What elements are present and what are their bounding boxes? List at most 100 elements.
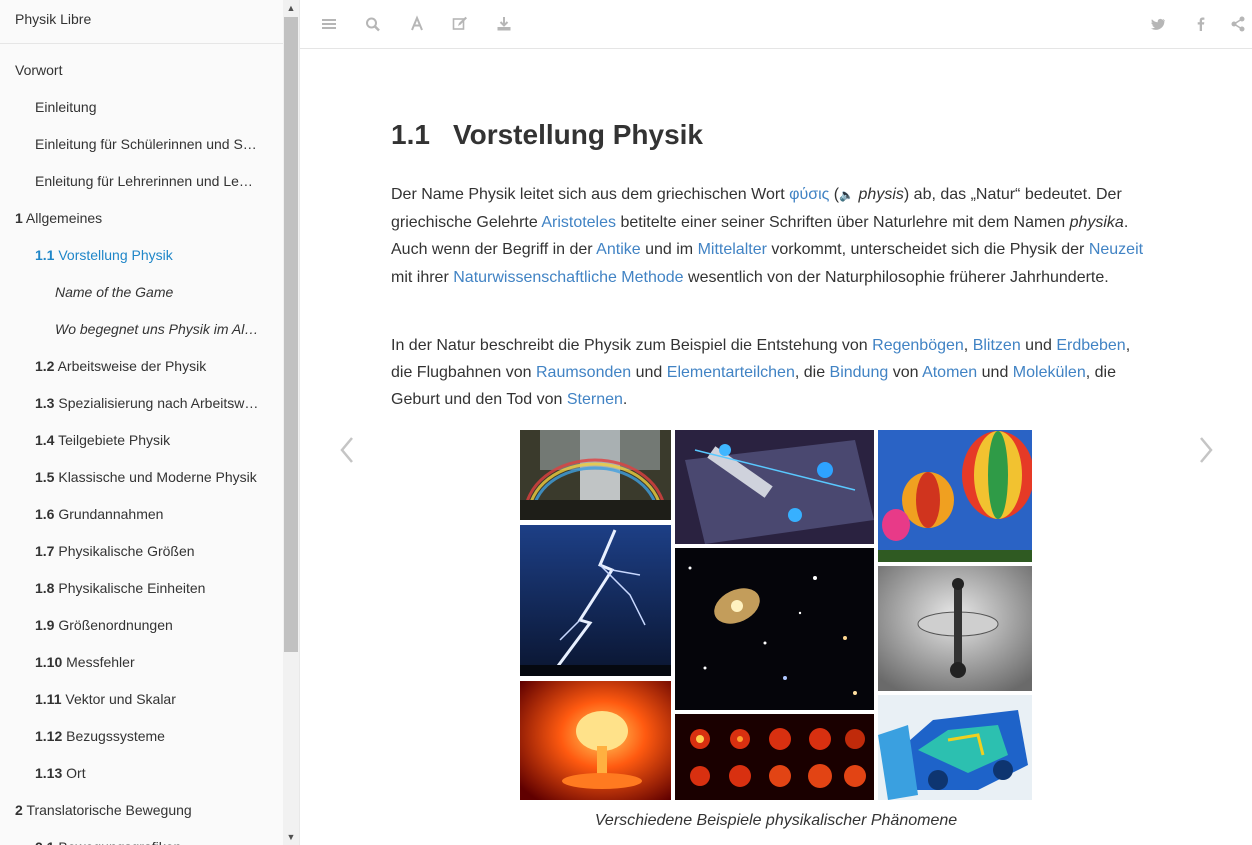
emphasized-text: physis [858,186,904,203]
previous-page-arrow-icon[interactable] [337,435,357,465]
sidebar-scrollbar[interactable]: ▲ ▼ [283,0,299,845]
twitter-icon[interactable] [1150,15,1168,33]
scroll-down-arrow-icon[interactable]: ▼ [283,829,299,845]
toc-item[interactable]: 2.1 Bewegungsgrafiken [0,829,283,845]
speaker-audio-icon[interactable]: 🔈 [839,188,854,202]
scroll-up-arrow-icon[interactable]: ▲ [283,0,299,16]
toc-item[interactable]: Enleitung für Lehrerinnen und Le… [0,163,283,200]
toc-item-label: Physikalische Einheiten [58,580,206,596]
inline-link[interactable]: Antike [596,241,640,258]
toc-item[interactable]: Vorwort [0,52,283,89]
toc-item-label: Enleitung für Lehrerinnen und Le… [35,173,253,189]
toc-item-label: Vorstellung Physik [58,247,173,263]
text-run: wesentlich von der Naturphilosophie früh… [683,268,1109,286]
toc-item-number: 1.1 [35,247,55,263]
toc-item-number: 1.9 [35,617,55,633]
heading-number: 1.1 [391,119,430,150]
inline-link[interactable]: Aristoteles [541,214,616,231]
toc-item[interactable]: 1.2 Arbeitsweise der Physik [0,348,283,385]
car-crash-simulation-image [878,695,1032,800]
toc-item[interactable]: 1.9 Größenordnungen [0,607,283,644]
text-run: und [631,364,667,382]
toc-item[interactable]: 1 Allgemeines [0,200,283,237]
toc-item-number: 1.6 [35,506,55,522]
text-run: . [622,391,628,409]
toc-item-label: Arbeitsweise der Physik [57,358,207,374]
toc-item[interactable]: 1.6 Grundannahmen [0,496,283,533]
book-title[interactable]: Physik Libre [0,0,283,44]
toc-item-label: Einleitung [35,99,97,115]
page-heading: 1.1 Vorstellung Physik [391,119,703,151]
toc-item-number: 2 [15,802,23,818]
toc-item-number: 1.2 [35,358,55,374]
toc-item[interactable]: 1.13 Ort [0,755,283,792]
toc-item-number: 1.4 [35,432,55,448]
inline-link[interactable]: Regenbögen [872,337,964,354]
text-run: Der Name Physik leitet sich aus dem grie… [391,186,790,203]
inline-link[interactable]: Elementarteilchen [667,364,795,381]
toc-item[interactable]: Einleitung für Schülerinnen und S… [0,126,283,163]
toc-item[interactable]: Name of the Game [0,274,283,311]
toc-item-label: Name of the Game [55,284,174,300]
text-run: und im [640,241,698,259]
text-run: betitelte einer seiner Schriften über Na… [616,214,1070,232]
toc-item-label: Bezugssysteme [66,728,165,744]
text-run: mit ihrer [391,268,454,286]
toc-item-label: Vorwort [15,62,63,78]
text-run: vorkommt, unterscheidet sich die Physik … [766,241,1089,259]
download-icon[interactable] [496,15,514,33]
hot-air-balloons-image [878,430,1032,562]
toc-item[interactable]: Einleitung [0,89,283,126]
inline-link[interactable]: Naturwissenschaftliche Methode [453,269,683,286]
toc-item-label: Teilgebiete Physik [58,432,171,448]
inline-link[interactable]: Bindung [830,364,889,381]
toc-item[interactable]: 2 Translatorische Bewegung [0,792,283,829]
inline-link[interactable]: Molekülen [1013,364,1086,381]
toc-item-number: 1 [15,210,23,226]
search-icon[interactable] [365,15,383,33]
next-page-arrow-icon[interactable] [1196,435,1216,465]
toc-item[interactable]: 1.3 Spezialisierung nach Arbeitsw… [0,385,283,422]
toc-item[interactable]: Wo begegnet uns Physik im Al… [0,311,283,348]
menu-icon[interactable] [321,15,339,33]
inline-link[interactable]: Neuzeit [1089,241,1143,258]
toc-item-number: 1.11 [35,691,62,707]
edit-icon[interactable] [452,15,470,33]
text-run: , [963,337,973,354]
top-toolbar [300,0,1252,49]
toc-item[interactable]: 1.12 Bezugssysteme [0,718,283,755]
toc-item-label: Messfehler [66,654,135,670]
table-of-contents: Vorwort Einleitung Einleitung für Schüleri… [0,52,283,845]
toc-item-number: 1.10 [35,654,63,670]
inline-link[interactable]: Atomen [922,364,977,381]
toc-item[interactable]: 1.11 Vektor und Skalar [0,681,283,718]
inline-link[interactable]: Sternen [567,391,623,408]
toc-item-label: Bewegungsgrafiken [58,839,181,845]
scrollbar-thumb[interactable] [284,17,298,652]
inline-link[interactable]: φύσις [789,186,829,203]
inline-link[interactable]: Blitzen [973,337,1021,354]
toc-item-number: 1.8 [35,580,55,596]
toc-item-number: 1.5 [35,469,55,485]
toc-item-label: Translatorische Bewegung [26,802,192,818]
inline-link[interactable]: Erdbeben [1056,337,1125,354]
share-icon[interactable] [1230,15,1248,33]
paragraph-etymology: Der Name Physik leitet sich aus dem grie… [391,181,1153,291]
toc-item[interactable]: 1.1 Vorstellung Physik [0,237,283,274]
toc-item[interactable]: 1.8 Physikalische Einheiten [0,570,283,607]
facebook-icon[interactable] [1193,15,1211,33]
font-settings-icon[interactable] [409,15,427,33]
toc-item[interactable]: 1.10 Messfehler [0,644,283,681]
text-run: und [1020,337,1057,354]
inline-link[interactable]: Raumsonden [536,364,631,381]
inline-link[interactable]: Mittelalter [698,241,767,258]
toc-item-label: Ort [66,765,86,781]
text-run: ( [829,186,840,203]
emphasized-text: physika [1069,214,1124,232]
toc-item[interactable]: 1.4 Teilgebiete Physik [0,422,283,459]
toc-item-number: 1.13 [35,765,63,781]
toc-item-label: Klassische und Moderne Physik [58,469,257,485]
toc-item[interactable]: 1.7 Physikalische Größen [0,533,283,570]
text-run: In der Natur beschreibt die Physik zum B… [391,337,873,354]
toc-item[interactable]: 1.5 Klassische und Moderne Physik [0,459,283,496]
